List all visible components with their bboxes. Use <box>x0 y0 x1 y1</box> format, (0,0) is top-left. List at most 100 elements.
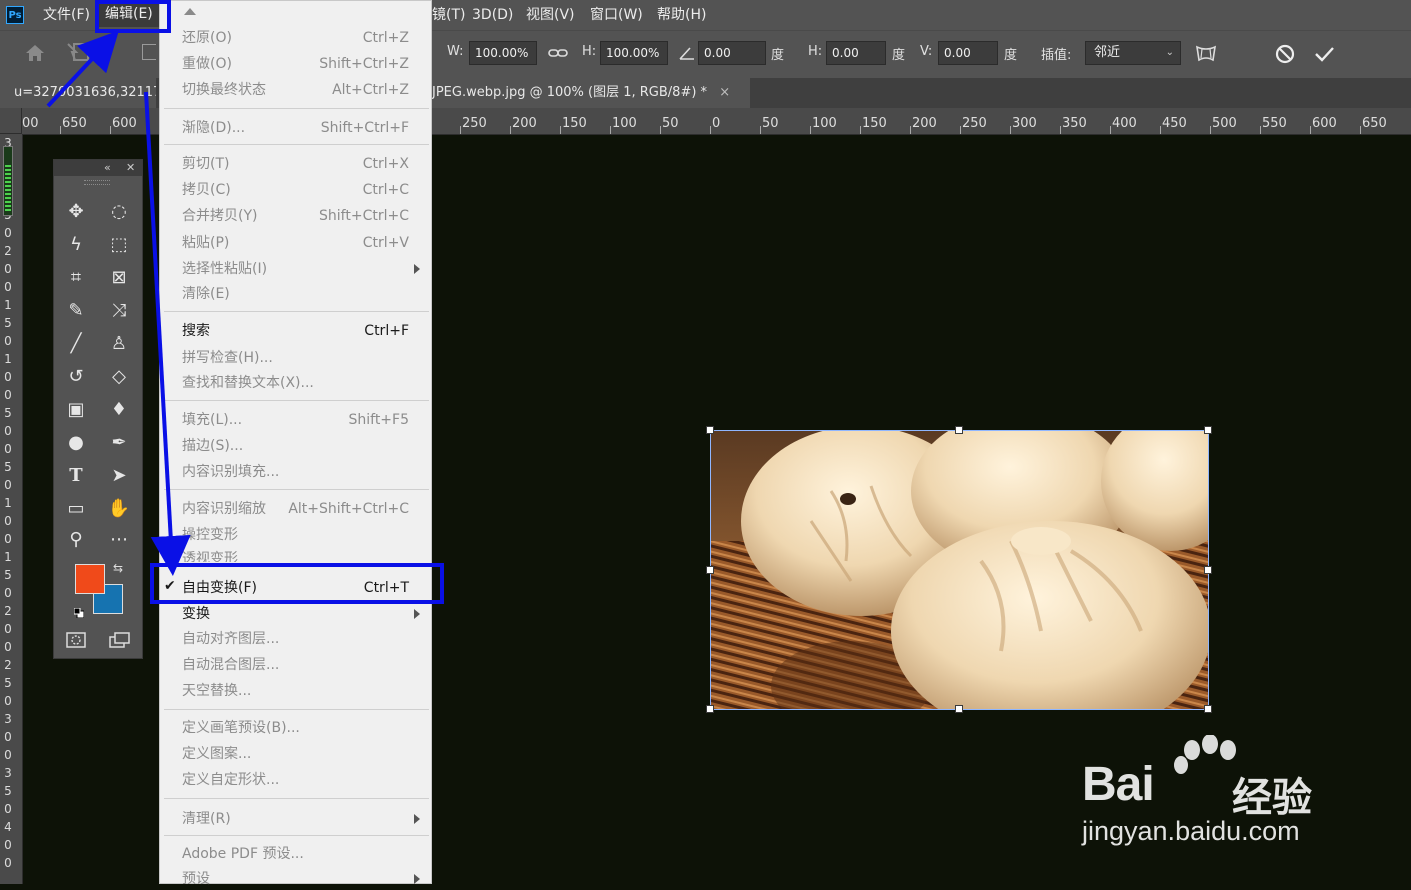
menu-window[interactable]: 窗口(W) <box>590 0 643 30</box>
screen-mode-icon[interactable] <box>107 630 133 650</box>
angle-input[interactable]: 0.00 <box>698 41 766 65</box>
transform-handle-bottom[interactable] <box>955 705 963 713</box>
vskew-input[interactable]: 0.00 <box>938 41 998 65</box>
menu-filter[interactable]: 镜(T) <box>432 0 465 30</box>
width-input[interactable]: 100.00% <box>469 41 537 65</box>
collapse-icon[interactable]: « <box>104 160 111 176</box>
menu-3d[interactable]: 3D(D) <box>472 0 513 30</box>
edit-menu-item[interactable]: 内容识别填充... <box>182 461 279 483</box>
transform-tool-icon[interactable] <box>64 40 94 66</box>
edit-menu-shortcut: Shift+F5 <box>348 412 409 428</box>
transform-handle-bottom-right[interactable] <box>1204 705 1212 713</box>
scroll-up-arrow-icon[interactable] <box>184 8 196 15</box>
edit-menu-item[interactable]: 搜索 <box>182 320 210 342</box>
stamp-tool-icon[interactable]: ♙ <box>105 330 133 358</box>
edit-menu-item[interactable]: 定义自定形状... <box>182 769 279 791</box>
menu-help[interactable]: 帮助(H) <box>657 0 706 30</box>
transform-handle-top-right[interactable] <box>1204 426 1212 434</box>
edit-menu-item[interactable]: 操控变形 <box>182 524 238 546</box>
path-select-tool-icon[interactable]: ➤ <box>105 462 133 490</box>
edit-menu-item[interactable]: 粘贴(P) <box>182 232 229 254</box>
hand-tool-icon[interactable]: ✋ <box>105 495 133 523</box>
edit-menu-item[interactable]: Adobe PDF 预设... <box>182 843 304 865</box>
edit-menu-item[interactable]: 拷贝(C) <box>182 179 231 201</box>
pen-tool-icon[interactable]: ✒ <box>105 429 133 457</box>
foreground-color-swatch-top[interactable] <box>75 564 105 594</box>
transform-handle-top-left[interactable] <box>706 426 714 434</box>
ruler-tick <box>1360 126 1361 134</box>
edit-menu-item[interactable]: 选择性粘贴(I) <box>182 258 267 280</box>
menu-view[interactable]: 视图(V) <box>526 0 575 30</box>
warp-icon[interactable] <box>1193 42 1219 66</box>
transform-handle-bottom-left[interactable] <box>706 705 714 713</box>
edit-menu-item[interactable]: 清除(E) <box>182 283 230 305</box>
edit-menu-item[interactable]: 清理(R) <box>182 808 231 830</box>
tab-document-1[interactable]: u=3270031636,32117 <box>0 78 156 108</box>
lasso-tool-icon[interactable]: ϟ <box>62 231 90 259</box>
edit-menu-item[interactable]: 定义画笔预设(B)... <box>182 717 300 739</box>
edit-menu-item[interactable]: 透视变形 <box>182 548 238 562</box>
gradient-tool-icon[interactable]: ▣ <box>62 396 90 424</box>
frame-tool-icon[interactable]: ⊠ <box>105 264 133 292</box>
edit-menu-item[interactable]: 描边(S)... <box>182 435 243 457</box>
move-tool-icon[interactable]: ✥ <box>62 198 90 226</box>
swap-colors-icon[interactable]: ⇆ <box>113 561 123 575</box>
menu-file[interactable]: 文件(F) <box>43 0 90 30</box>
eyedropper-tool-icon[interactable]: ✎ <box>62 297 90 325</box>
more-tools-icon[interactable]: ⋯ <box>105 526 133 554</box>
vertical-ruler-label: 2 <box>4 604 12 618</box>
close-tab-icon[interactable]: × <box>719 85 730 100</box>
vertical-ruler-label: 0 <box>4 424 12 438</box>
transform-handle-top[interactable] <box>955 426 963 434</box>
rectangle-tool-icon[interactable]: ▭ <box>62 495 90 523</box>
transform-handle-left[interactable] <box>706 566 714 574</box>
ruler-label: 500 <box>1212 116 1237 131</box>
vertical-ruler-label: 0 <box>4 856 12 870</box>
edit-menu-item[interactable]: 自动对齐图层... <box>182 628 279 650</box>
watermark-brand-cn: 经验 <box>1232 775 1312 821</box>
edit-menu-shortcut: Alt+Ctrl+Z <box>332 82 409 98</box>
edit-menu-item[interactable]: 重做(O) <box>182 53 232 75</box>
dodge-tool-icon[interactable]: ● <box>62 429 90 457</box>
type-tool-icon[interactable]: T <box>62 462 90 490</box>
interpolation-select[interactable]: 邻近 ⌄ <box>1085 41 1181 65</box>
hskew-input[interactable]: 0.00 <box>826 41 886 65</box>
link-icon[interactable] <box>547 44 569 62</box>
commit-transform-icon[interactable] <box>1312 42 1336 66</box>
close-panel-icon[interactable]: ✕ <box>126 160 135 176</box>
quick-mask-icon[interactable] <box>65 630 87 650</box>
history-brush-tool-icon[interactable]: ↺ <box>62 363 90 391</box>
object-select-tool-icon[interactable]: ⬚ <box>105 231 133 259</box>
transform-handle-right[interactable] <box>1204 566 1212 574</box>
edit-menu-item[interactable]: 查找和替换文本(X)... <box>182 372 314 394</box>
document-image[interactable] <box>710 430 1209 710</box>
healing-tool-icon[interactable]: ⤨ <box>105 297 133 325</box>
tab-document-2[interactable]: JPEG.webp.jpg @ 100% (图层 1, RGB/8#) * × <box>432 78 750 108</box>
edit-menu-item[interactable]: 还原(O) <box>182 27 232 49</box>
marquee-tool-icon[interactable]: ◌ <box>105 198 133 226</box>
eraser-tool-icon[interactable]: ◇ <box>105 363 133 391</box>
reference-point-toggle[interactable] <box>142 44 156 60</box>
height-input[interactable]: 100.00% <box>600 41 668 65</box>
edit-menu-item[interactable]: 剪切(T) <box>182 153 229 175</box>
edit-menu-item[interactable]: 拼写检查(H)... <box>182 347 273 369</box>
zoom-tool-icon[interactable]: ⚲ <box>62 526 90 554</box>
home-icon[interactable] <box>22 40 48 66</box>
edit-menu-item[interactable]: 预设 <box>182 868 210 890</box>
vertical-ruler-label: 4 <box>4 820 12 834</box>
drag-grip[interactable] <box>84 180 110 185</box>
ruler-label: 400 <box>1112 116 1137 131</box>
vertical-ruler-label: 0 <box>4 514 12 528</box>
crop-tool-icon[interactable]: ⌗ <box>62 264 90 292</box>
ruler-tick <box>660 126 661 134</box>
edit-menu-item[interactable]: 变换 <box>182 603 210 625</box>
brush-tool-icon[interactable]: ╱ <box>62 330 90 358</box>
ruler-label: 650 <box>1362 116 1387 131</box>
edit-menu-item[interactable]: 定义图案... <box>182 743 251 765</box>
edit-menu-item[interactable]: 天空替换... <box>182 680 251 702</box>
vertical-ruler-label: 0 <box>4 532 12 546</box>
cancel-transform-icon[interactable] <box>1273 42 1297 66</box>
default-colors-icon[interactable] <box>73 603 85 619</box>
edit-menu-item[interactable]: 自动混合图层... <box>182 654 279 676</box>
blur-tool-icon[interactable]: ♦ <box>105 396 133 424</box>
